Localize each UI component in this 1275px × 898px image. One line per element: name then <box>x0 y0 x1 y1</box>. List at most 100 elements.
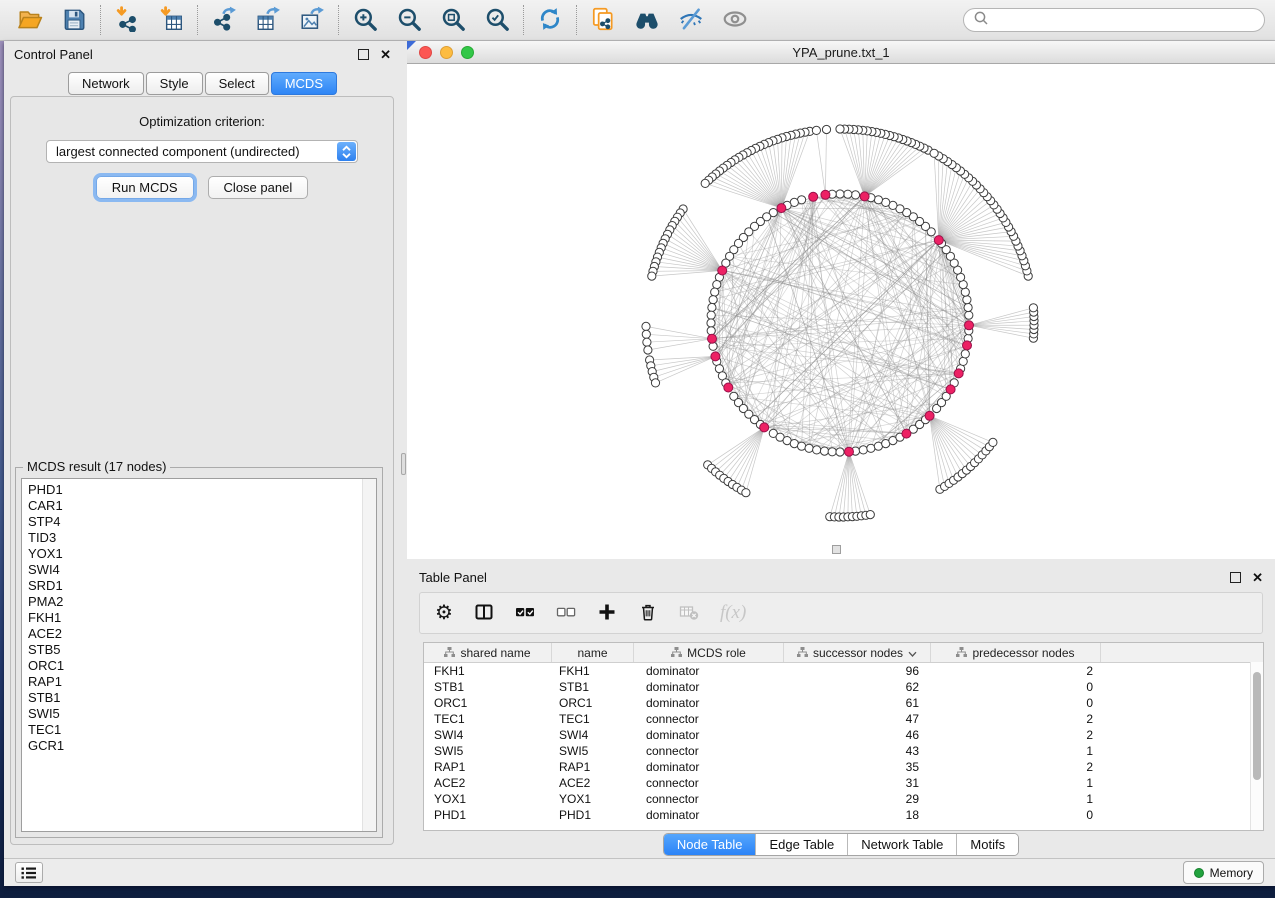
close-panel-icon[interactable]: ✕ <box>1252 571 1263 584</box>
mcds-result-groupbox: MCDS result (17 nodes) PHD1CAR1STP4TID3Y… <box>15 467 383 838</box>
mcds-result-item[interactable]: STP4 <box>28 514 376 530</box>
node-table: shared namenameMCDS rolesuccessor nodesp… <box>423 642 1264 831</box>
export-table-icon <box>255 6 281 35</box>
refresh-view-button[interactable] <box>535 5 565 35</box>
mcds-result-item[interactable]: YOX1 <box>28 546 376 562</box>
table-row[interactable]: SWI5SWI5connector431 <box>424 743 1263 759</box>
hide-eye-button[interactable] <box>676 5 706 35</box>
tab-edge-table[interactable]: Edge Table <box>755 834 847 855</box>
mcds-result-item[interactable]: SRD1 <box>28 578 376 594</box>
window-maximize-icon[interactable] <box>461 46 474 59</box>
delete-column-button[interactable] <box>638 602 658 625</box>
memory-label: Memory <box>1210 866 1253 880</box>
window-close-icon[interactable] <box>419 46 432 59</box>
mcds-result-item[interactable]: PHD1 <box>28 482 376 498</box>
close-panel-button[interactable]: Close panel <box>208 176 309 199</box>
vertical-splitter-grip[interactable] <box>401 453 406 475</box>
select-all-checkboxes-icon <box>515 602 535 625</box>
table-row[interactable]: PHD1PHD1dominator180 <box>424 807 1263 823</box>
table-row[interactable]: ORC1ORC1dominator610 <box>424 695 1263 711</box>
column-header-successor-nodes[interactable]: successor nodes <box>784 643 931 662</box>
tab-network-table[interactable]: Network Table <box>847 834 956 855</box>
mcds-result-item[interactable]: SWI5 <box>28 706 376 722</box>
mcds-result-item[interactable]: STB5 <box>28 642 376 658</box>
mcds-result-item[interactable]: STB1 <box>28 690 376 706</box>
zoom-selected-button[interactable] <box>482 5 512 35</box>
binoculars-button[interactable] <box>632 5 662 35</box>
import-table-icon <box>158 6 184 35</box>
mcds-result-item[interactable]: ORC1 <box>28 658 376 674</box>
import-table-button[interactable] <box>156 5 186 35</box>
select-stepper-icon <box>337 142 356 161</box>
run-mcds-button[interactable]: Run MCDS <box>96 176 194 199</box>
add-column-button[interactable] <box>597 602 617 625</box>
tab-style[interactable]: Style <box>146 72 203 95</box>
column-header-shared-name[interactable]: shared name <box>424 643 552 662</box>
list-icon <box>21 866 37 880</box>
network-canvas[interactable] <box>407 64 1275 560</box>
window-minimize-icon[interactable] <box>440 46 453 59</box>
mcds-result-item[interactable]: GCR1 <box>28 738 376 754</box>
table-row[interactable]: FKH1FKH1dominator962 <box>424 663 1263 679</box>
deselect-all-checkboxes-button[interactable] <box>556 602 576 625</box>
search-icon <box>973 10 989 31</box>
main-toolbar <box>0 0 1275 41</box>
mcds-result-item[interactable]: RAP1 <box>28 674 376 690</box>
table-row[interactable]: ACE2ACE2connector311 <box>424 775 1263 791</box>
close-panel-icon[interactable]: ✕ <box>380 48 391 61</box>
tab-mcds[interactable]: MCDS <box>271 72 337 95</box>
table-scrollbar-thumb[interactable] <box>1253 672 1261 780</box>
zoom-out-button[interactable] <box>394 5 424 35</box>
mcds-result-item[interactable]: PMA2 <box>28 594 376 610</box>
tab-motifs[interactable]: Motifs <box>956 834 1018 855</box>
table-row[interactable]: YOX1YOX1connector291 <box>424 791 1263 807</box>
task-history-button[interactable] <box>15 862 43 883</box>
binoculars-icon <box>634 6 660 35</box>
float-panel-icon[interactable] <box>358 49 369 60</box>
table-toolbar: ⚙f(x) <box>419 592 1263 634</box>
export-network-icon <box>211 6 237 35</box>
table-row[interactable]: RAP1RAP1dominator352 <box>424 759 1263 775</box>
mcds-tab-content: Optimization criterion: largest connecte… <box>10 96 394 845</box>
mcds-result-item[interactable]: FKH1 <box>28 610 376 626</box>
table-row[interactable]: TEC1TEC1connector472 <box>424 711 1263 727</box>
tab-node-table[interactable]: Node Table <box>664 834 756 855</box>
mcds-result-item[interactable]: SWI4 <box>28 562 376 578</box>
mcds-result-item[interactable]: ACE2 <box>28 626 376 642</box>
birdseye-eye-button[interactable] <box>720 5 750 35</box>
network-window-titlebar: YPA_prune.txt_1 <box>407 41 1275 64</box>
memory-button[interactable]: Memory <box>1183 861 1264 884</box>
add-column-icon <box>597 602 617 625</box>
import-network-button[interactable] <box>112 5 142 35</box>
export-network-button[interactable] <box>209 5 239 35</box>
settings-gear-button[interactable]: ⚙ <box>435 603 453 623</box>
canvas-splitter-grip[interactable] <box>832 545 841 554</box>
zoom-fit-button[interactable] <box>438 5 468 35</box>
network-from-document-button[interactable] <box>588 5 618 35</box>
table-row[interactable]: SWI4SWI4dominator462 <box>424 727 1263 743</box>
tab-select[interactable]: Select <box>205 72 269 95</box>
zoom-in-button[interactable] <box>350 5 380 35</box>
column-header-name[interactable]: name <box>552 643 634 662</box>
float-panel-icon[interactable] <box>1230 572 1241 583</box>
export-table-button[interactable] <box>253 5 283 35</box>
column-header-MCDS-role[interactable]: MCDS role <box>634 643 784 662</box>
criterion-select[interactable]: largest connected component (undirected) <box>46 140 358 163</box>
search-input[interactable] <box>994 12 1255 29</box>
select-all-checkboxes-button[interactable] <box>515 602 535 625</box>
mcds-result-item[interactable]: TID3 <box>28 530 376 546</box>
mcds-result-item[interactable]: TEC1 <box>28 722 376 738</box>
table-row[interactable]: STB1STB1dominator620 <box>424 679 1263 695</box>
mcds-result-item[interactable]: CAR1 <box>28 498 376 514</box>
tab-network[interactable]: Network <box>68 72 144 95</box>
split-columns-button[interactable] <box>474 602 494 625</box>
mcds-list-scrollbar[interactable] <box>362 479 376 831</box>
control-panel: Control Panel ✕ NetworkStyleSelectMCDS O… <box>4 41 401 858</box>
column-header-predecessor-nodes[interactable]: predecessor nodes <box>931 643 1101 662</box>
control-panel-header: Control Panel ✕ <box>4 41 401 67</box>
export-image-button[interactable] <box>297 5 327 35</box>
open-file-button[interactable] <box>15 5 45 35</box>
save-session-button[interactable] <box>59 5 89 35</box>
search-box[interactable] <box>963 8 1265 32</box>
table-scrollbar[interactable] <box>1250 662 1263 830</box>
